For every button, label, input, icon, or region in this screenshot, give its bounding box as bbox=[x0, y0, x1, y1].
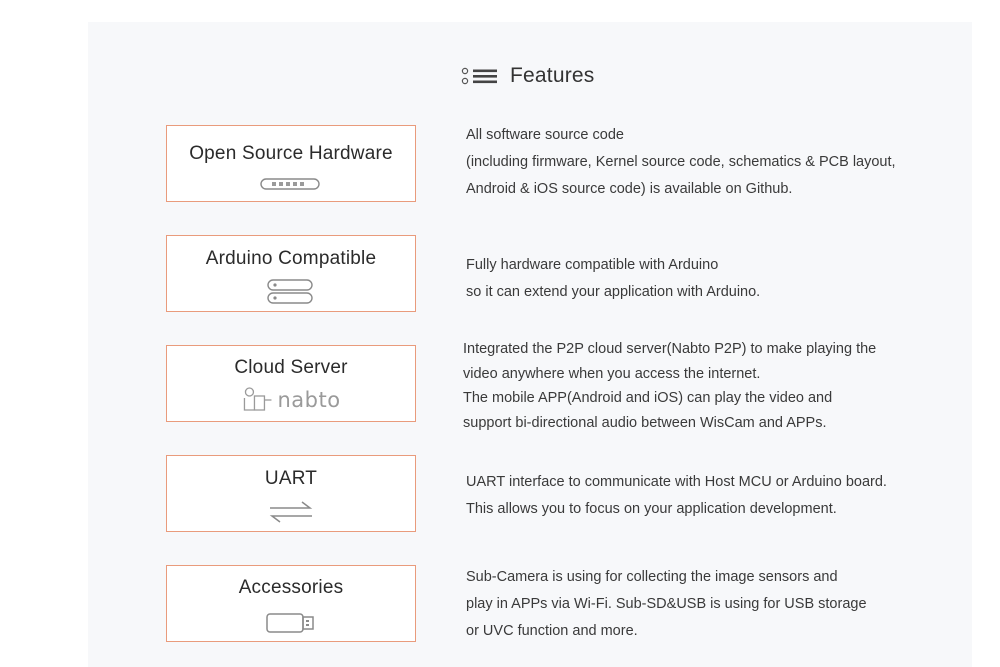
description-line: The mobile APP(Android and iOS) can play… bbox=[463, 390, 833, 406]
feature-description-open-source-hardware: All software source code (including firm… bbox=[466, 122, 896, 203]
description-line: video anywhere when you access the inter… bbox=[463, 365, 761, 382]
feature-description-uart: UART interface to communicate with Host … bbox=[466, 469, 887, 523]
description-line: Integrated the P2P cloud server(Nabto P2… bbox=[463, 341, 877, 357]
description-line: Fully hardware compatible with Arduino bbox=[466, 257, 719, 273]
transfer-arrows-icon bbox=[268, 501, 314, 528]
feature-label: Arduino Compatible bbox=[205, 248, 377, 269]
feature-card-open-source-hardware: Open Source Hardware bbox=[166, 125, 416, 202]
description-line: All software source code bbox=[466, 127, 624, 143]
description-line: support bi-directional audio between Wis… bbox=[463, 414, 827, 431]
feature-card-uart: UART bbox=[166, 455, 416, 532]
feature-card-cloud-server: Cloud Server nabto bbox=[166, 345, 416, 422]
nabto-logo: nabto bbox=[241, 386, 340, 414]
description-line: Android & iOS source code) is available … bbox=[466, 181, 793, 197]
description-line: UART interface to communicate with Host … bbox=[466, 474, 887, 490]
features-header: Features bbox=[460, 62, 594, 90]
usb-stick-icon bbox=[265, 612, 317, 639]
feature-description-arduino-compatible: Fully hardware compatible with Arduino s… bbox=[466, 252, 760, 306]
feature-description-accessories: Sub-Camera is using for collecting the i… bbox=[466, 564, 867, 645]
description-line: (including firmware, Kernel source code,… bbox=[466, 154, 896, 170]
description-line: Sub-Camera is using for collecting the i… bbox=[466, 569, 838, 585]
description-line: This allows you to focus on your applica… bbox=[466, 501, 837, 517]
feature-label: Cloud Server bbox=[234, 357, 348, 378]
feature-label: Open Source Hardware bbox=[189, 143, 393, 164]
list-icon bbox=[460, 66, 500, 86]
description-line: or UVC function and more. bbox=[466, 623, 638, 639]
board-connector-icon bbox=[260, 176, 322, 197]
feature-label: Accessories bbox=[238, 577, 344, 598]
description-line: play in APPs via Wi-Fi. Sub-SD&USB is us… bbox=[466, 596, 867, 612]
features-title: Features bbox=[510, 64, 595, 87]
feature-card-arduino-compatible: Arduino Compatible bbox=[166, 235, 416, 312]
feature-description-cloud-server: Integrated the P2P cloud server(Nabto P2… bbox=[463, 337, 876, 435]
stacked-boards-icon bbox=[266, 278, 316, 311]
feature-label: UART bbox=[264, 468, 318, 489]
feature-card-accessories: Accessories bbox=[166, 565, 416, 642]
description-line: so it can extend your application with A… bbox=[466, 284, 761, 300]
nabto-logo-text: nabto bbox=[277, 388, 341, 412]
